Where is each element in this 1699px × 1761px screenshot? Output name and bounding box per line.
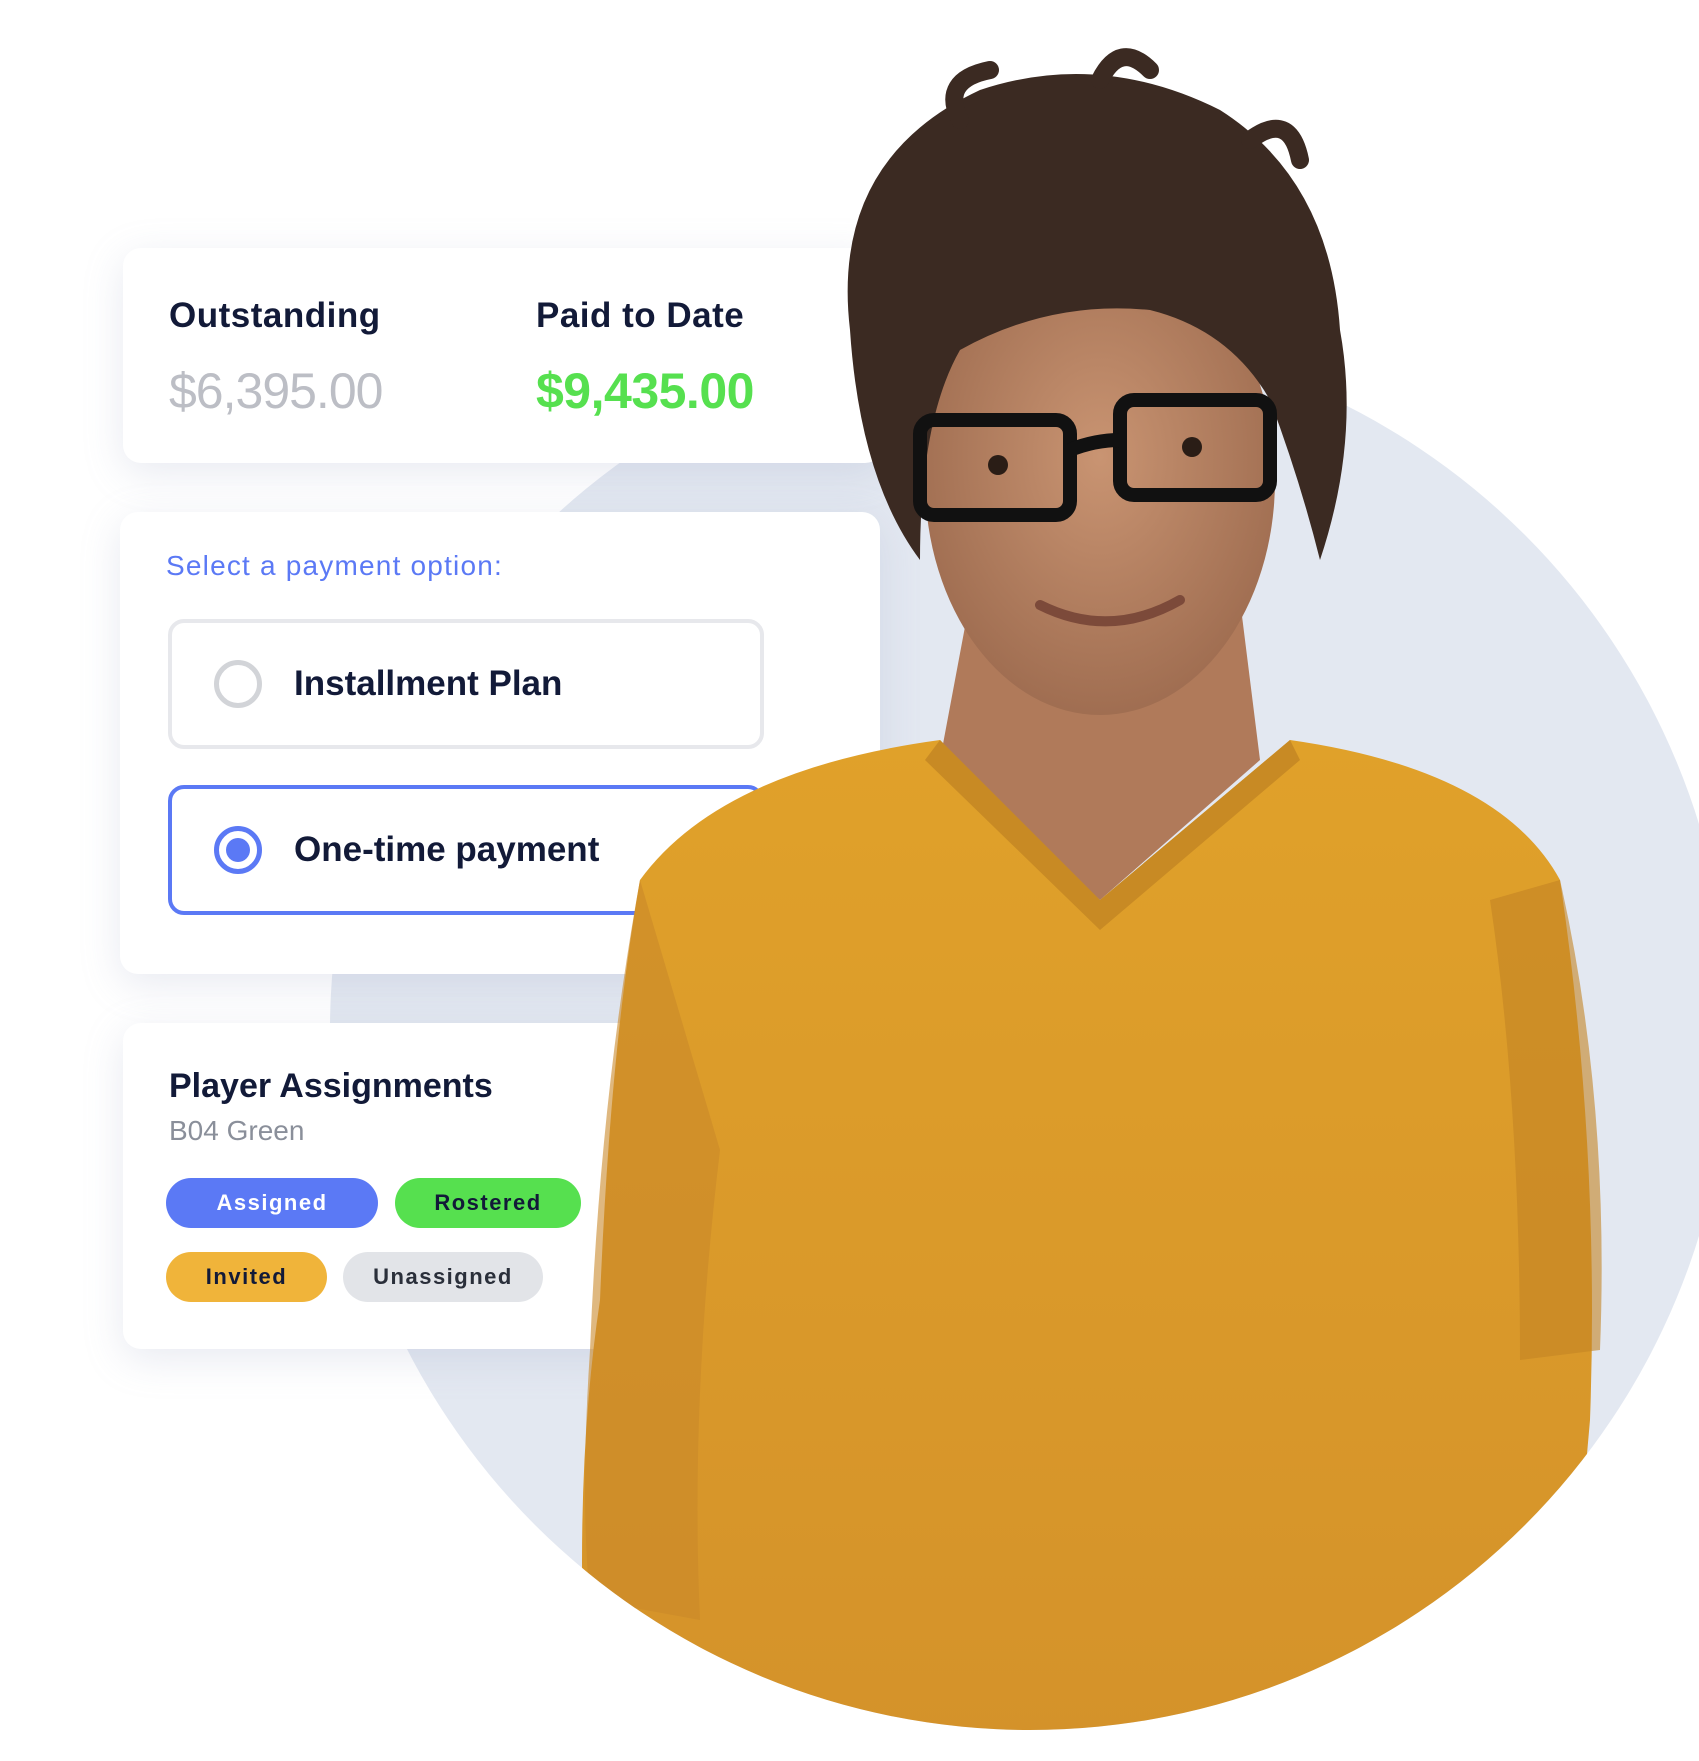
paid-to-date-value: $9,435.00 xyxy=(536,363,754,419)
option-label: One-time payment xyxy=(294,830,600,869)
status-badge-invited[interactable]: Invited xyxy=(166,1252,327,1302)
option-one-time-payment[interactable]: One-time payment xyxy=(168,785,764,915)
payment-prompt: Select a payment option: xyxy=(166,550,503,581)
outstanding-column: Outstanding $6,395.00 xyxy=(169,296,383,420)
status-badge-unassigned[interactable]: Unassigned xyxy=(343,1252,543,1302)
payment-option-card: Select a payment option: Installment Pla… xyxy=(120,512,880,974)
outstanding-value: $6,395.00 xyxy=(169,363,383,419)
radio-unselected-icon[interactable] xyxy=(214,660,262,708)
radio-selected-icon[interactable] xyxy=(214,826,262,874)
team-name: B04 Green xyxy=(169,1115,305,1146)
option-label: Installment Plan xyxy=(294,664,563,703)
paid-to-date-column: Paid to Date $9,435.00 xyxy=(536,296,754,420)
paid-to-date-label: Paid to Date xyxy=(536,296,745,335)
player-assignments-card: Player Assignments B04 Green Assigned Ro… xyxy=(123,1023,683,1349)
player-assignments-title: Player Assignments xyxy=(169,1067,493,1105)
status-badge-rostered[interactable]: Rostered xyxy=(395,1178,581,1228)
outstanding-label: Outstanding xyxy=(169,296,381,335)
balance-card: Outstanding $6,395.00 Paid to Date $9,43… xyxy=(123,248,883,463)
status-badge-assigned[interactable]: Assigned xyxy=(166,1178,378,1228)
option-installment-plan[interactable]: Installment Plan xyxy=(168,619,764,749)
